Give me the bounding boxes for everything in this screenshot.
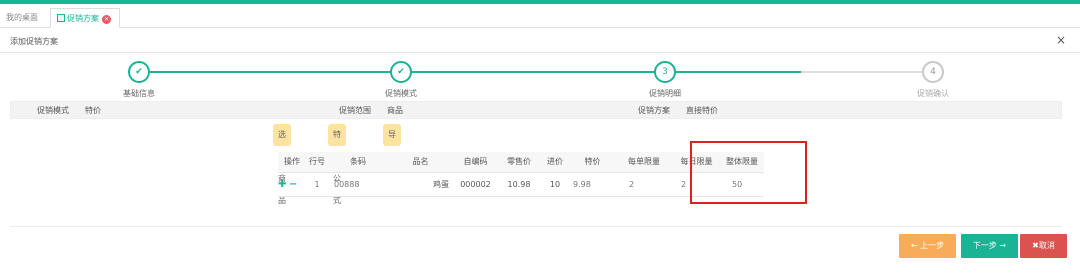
cell-cost-price: 10 — [540, 172, 570, 197]
step-4-circle: 4 — [922, 61, 944, 83]
cell-row-number: 1 — [306, 172, 328, 197]
tab-home[interactable]: 我的桌面 — [0, 8, 44, 28]
tab-promotion-plan[interactable]: 促销方案 × — [50, 8, 120, 28]
cell-special-price-input[interactable]: 9.98 — [570, 172, 615, 197]
page-header: 添加促销方案 × — [0, 29, 1080, 53]
cell-product-name: 鸡蛋 — [388, 172, 453, 197]
import-button[interactable]: 导入 — [383, 124, 401, 161]
step-3-label: 促销明细 — [649, 89, 681, 98]
remove-row-icon[interactable]: − — [289, 179, 297, 190]
mode-value: 特价 — [85, 106, 101, 115]
special-formula-button[interactable]: 特价公式 — [328, 124, 346, 205]
step-3-circle: 3 — [654, 61, 676, 83]
step-1-label: 基础信息 — [123, 89, 155, 98]
scope-label: 促销范围 — [339, 106, 371, 115]
step-4-label: 促销确认 — [917, 89, 949, 98]
highlight-box — [690, 141, 807, 204]
close-icon[interactable]: × — [1056, 33, 1066, 47]
tab-bar: 我的桌面 促销方案 × — [0, 4, 1080, 28]
plan-label: 促销方案 — [638, 106, 670, 115]
col-operation: 操作 — [278, 152, 306, 173]
step-2-circle: ✔ — [390, 61, 412, 83]
col-own-code: 自编码 — [453, 152, 498, 173]
previous-step-button[interactable]: ← 上一步 — [899, 234, 956, 258]
scope-value: 商品 — [387, 106, 403, 115]
cell-per-order-limit-input[interactable]: 2 — [615, 172, 673, 197]
col-special-price: 特价 — [570, 152, 615, 173]
add-row-icon[interactable]: ✚ — [278, 179, 286, 190]
document-icon — [57, 14, 65, 22]
next-step-button[interactable]: 下一步 → — [961, 234, 1018, 258]
col-product-name: 品名 — [388, 152, 453, 173]
col-barcode: 条码 — [328, 152, 388, 173]
tab-active-label: 促销方案 — [67, 14, 99, 23]
step-track-pending — [801, 71, 922, 73]
tab-home-label: 我的桌面 — [6, 13, 38, 22]
cell-barcode: 00888 — [328, 172, 388, 197]
mode-label: 促销模式 — [37, 106, 69, 115]
cell-retail-price: 10.98 — [498, 172, 540, 197]
promotion-info-bar: 促销模式 特价 促销范围 商品 促销方案 直接特价 — [10, 101, 1062, 119]
col-cost-price: 进价 — [540, 152, 570, 173]
plan-value: 直接特价 — [686, 106, 718, 115]
close-tab-icon[interactable]: × — [102, 15, 111, 24]
cell-own-code: 000002 — [453, 172, 498, 197]
footer-divider — [10, 226, 1062, 227]
cancel-button[interactable]: ✖取消 — [1020, 234, 1067, 258]
step-1-circle: ✔ — [128, 61, 150, 83]
col-retail-price: 零售价 — [498, 152, 540, 173]
step-track-current — [665, 71, 801, 73]
select-products-button[interactable]: 选择商品 — [273, 124, 291, 205]
col-per-order-limit: 每单限量 — [615, 152, 673, 173]
col-row-number: 行号 — [306, 152, 328, 173]
page-title: 添加促销方案 — [10, 37, 58, 46]
row-actions: ✚ − — [278, 172, 306, 197]
step-2-label: 促销模式 — [385, 89, 417, 98]
